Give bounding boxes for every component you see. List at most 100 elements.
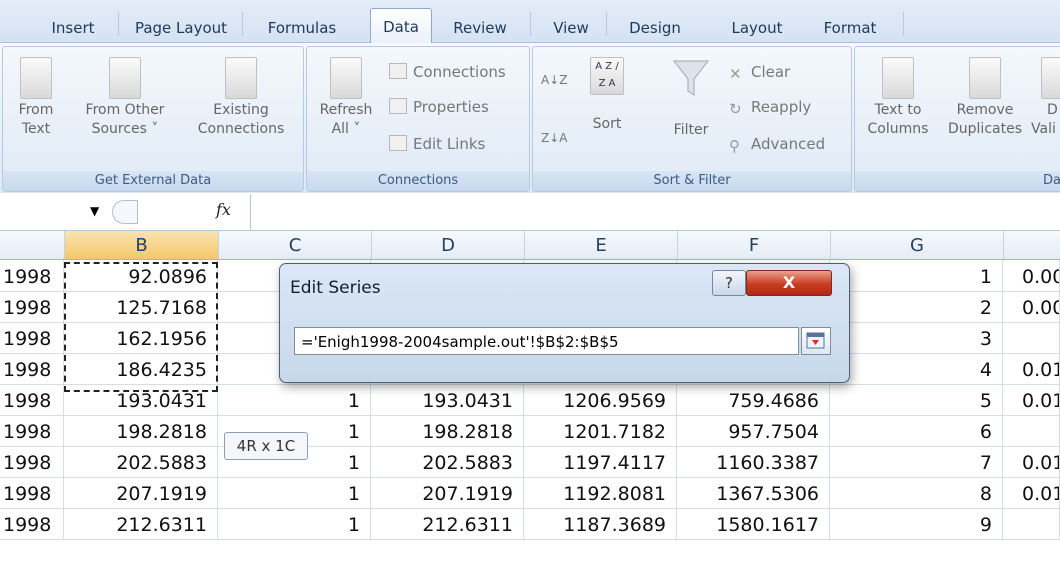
table-cell[interactable]: 212.6311 — [65, 508, 218, 539]
column-header-f[interactable]: F — [678, 231, 831, 259]
sort-descending-button[interactable]: Z↓A — [541, 127, 567, 149]
series-reference-input[interactable]: ='Enigh1998-2004sample.out'!$B$2:$B$5 — [294, 327, 799, 355]
table-cell[interactable]: 193.0431 — [372, 384, 524, 415]
table-cell[interactable]: 8 — [831, 477, 1003, 508]
edit-links-button[interactable]: Edit Links — [389, 133, 485, 155]
table-cell[interactable]: 1197.4117 — [525, 446, 677, 477]
close-button[interactable]: X — [746, 270, 832, 296]
table-cell[interactable]: 1187.3689 — [525, 508, 677, 539]
table-cell[interactable]: 0.00 — [1004, 291, 1060, 322]
table-cell[interactable]: 1998 — [0, 353, 64, 384]
table-cell[interactable]: 0.01 — [1004, 384, 1060, 415]
formula-bar-divider — [112, 200, 138, 224]
column-header-d[interactable]: D — [372, 231, 525, 259]
help-button[interactable]: ? — [712, 270, 746, 296]
data-validation-button[interactable]: D Vali — [1031, 57, 1060, 139]
table-cell[interactable]: 7 — [831, 446, 1003, 477]
table-row: 1998 198.2818 1 198.2818 1201.7182 957.7504 6 — [0, 415, 1060, 447]
sort-button[interactable]: A Z / Z A Sort — [581, 57, 633, 134]
table-cell[interactable]: 0.01 — [1004, 446, 1060, 477]
column-header-a[interactable] — [0, 231, 65, 259]
tab-format[interactable]: Format — [808, 14, 892, 42]
from-other-sources-button[interactable]: From Other Sources ˅ — [75, 57, 175, 139]
table-cell[interactable]: 957.7504 — [678, 415, 830, 446]
table-cell[interactable]: 6 — [831, 415, 1003, 446]
reapply-button[interactable]: ↻ Reapply — [729, 96, 811, 118]
table-cell[interactable] — [1004, 508, 1060, 539]
table-cell[interactable]: 198.2818 — [65, 415, 218, 446]
collapse-dialog-button[interactable] — [801, 327, 831, 355]
table-cell[interactable]: 207.1919 — [65, 477, 218, 508]
table-cell[interactable]: 1998 — [0, 508, 64, 539]
tab-layout[interactable]: Layout — [713, 14, 801, 42]
formula-input[interactable] — [250, 194, 1060, 230]
table-cell[interactable]: 0.00 — [1004, 260, 1060, 291]
tab-data[interactable]: Data — [370, 8, 432, 43]
table-cell[interactable]: 2 — [831, 291, 1003, 322]
table-cell[interactable]: 0.01 — [1004, 353, 1060, 384]
table-cell[interactable]: 1206.9569 — [525, 384, 677, 415]
refresh-all-button[interactable]: Refresh All ˅ — [311, 57, 381, 139]
table-cell[interactable]: 1 — [219, 508, 371, 539]
database-icon — [109, 57, 141, 99]
table-cell[interactable]: 202.5883 — [372, 446, 524, 477]
tab-page-layout[interactable]: Page Layout — [124, 14, 238, 42]
remove-duplicates-button[interactable]: Remove Duplicates — [941, 57, 1029, 139]
function-icon[interactable]: fx — [216, 200, 231, 219]
table-cell[interactable]: 202.5883 — [65, 446, 218, 477]
table-row: 1998 207.1919 1 207.1919 1192.8081 1367.5306 8… — [0, 477, 1060, 509]
table-cell[interactable] — [1004, 415, 1060, 446]
table-cell[interactable]: 9 — [831, 508, 1003, 539]
table-cell[interactable]: 4 — [831, 353, 1003, 384]
table-cell[interactable]: 212.6311 — [372, 508, 524, 539]
table-cell[interactable]: 3 — [831, 322, 1003, 353]
clear-filter-icon: ✕ — [729, 65, 742, 83]
tab-design[interactable]: Design — [610, 14, 700, 42]
tab-review[interactable]: Review — [435, 14, 525, 42]
table-cell[interactable]: 1998 — [0, 384, 64, 415]
table-cell[interactable]: 1 — [219, 384, 371, 415]
table-row: 1998 202.5883 1 202.5883 1197.4117 1160.3387 7… — [0, 446, 1060, 478]
table-cell[interactable]: 1998 — [0, 260, 64, 291]
existing-connections-button[interactable]: Existing Connections — [189, 57, 293, 139]
table-cell[interactable]: 1580.1617 — [678, 508, 830, 539]
column-header-c[interactable]: C — [219, 231, 372, 259]
from-text-button[interactable]: From Text — [11, 57, 61, 139]
column-header-g[interactable]: G — [831, 231, 1004, 259]
advanced-filter-button[interactable]: ⚲ Advanced — [729, 133, 825, 155]
table-cell[interactable]: 1998 — [0, 446, 64, 477]
table-cell[interactable]: 1998 — [0, 291, 64, 322]
tab-view[interactable]: View — [540, 14, 602, 42]
column-header-b[interactable]: B — [65, 231, 219, 259]
table-cell[interactable]: 1 — [831, 260, 1003, 291]
column-header-h[interactable] — [1004, 231, 1060, 259]
table-cell[interactable]: 1 — [219, 477, 371, 508]
clear-filter-button[interactable]: ✕ Clear — [729, 61, 790, 83]
group-label-connections: Connections — [307, 171, 529, 191]
column-header-e[interactable]: E — [525, 231, 678, 259]
text-to-columns-button[interactable]: Text to Columns — [857, 57, 939, 139]
table-cell[interactable]: 0.01 — [1004, 477, 1060, 508]
filter-button[interactable]: Filter — [661, 57, 721, 140]
group-label-get-external-data: Get External Data — [3, 171, 303, 191]
properties-button[interactable]: Properties — [389, 96, 489, 118]
table-cell[interactable]: 5 — [831, 384, 1003, 415]
table-cell[interactable]: 1998 — [0, 477, 64, 508]
table-cell[interactable]: 207.1919 — [372, 477, 524, 508]
table-cell[interactable]: 1192.8081 — [525, 477, 677, 508]
remove-duplicates-icon — [969, 57, 1001, 99]
table-cell[interactable] — [1004, 322, 1060, 353]
connections-button[interactable]: Connections — [389, 61, 506, 83]
table-cell[interactable]: 1367.5306 — [678, 477, 830, 508]
table-cell[interactable]: 1998 — [0, 415, 64, 446]
tab-formulas[interactable]: Formulas — [246, 14, 358, 42]
table-cell[interactable]: 759.4686 — [678, 384, 830, 415]
tab-insert[interactable]: Insert — [33, 14, 113, 42]
name-box-dropdown-icon[interactable]: ▼ — [90, 204, 99, 218]
advanced-filter-icon: ⚲ — [729, 137, 740, 155]
table-cell[interactable]: 1998 — [0, 322, 64, 353]
table-cell[interactable]: 198.2818 — [372, 415, 524, 446]
table-cell[interactable]: 1160.3387 — [678, 446, 830, 477]
sort-ascending-button[interactable]: A↓Z — [541, 69, 567, 91]
table-cell[interactable]: 1201.7182 — [525, 415, 677, 446]
